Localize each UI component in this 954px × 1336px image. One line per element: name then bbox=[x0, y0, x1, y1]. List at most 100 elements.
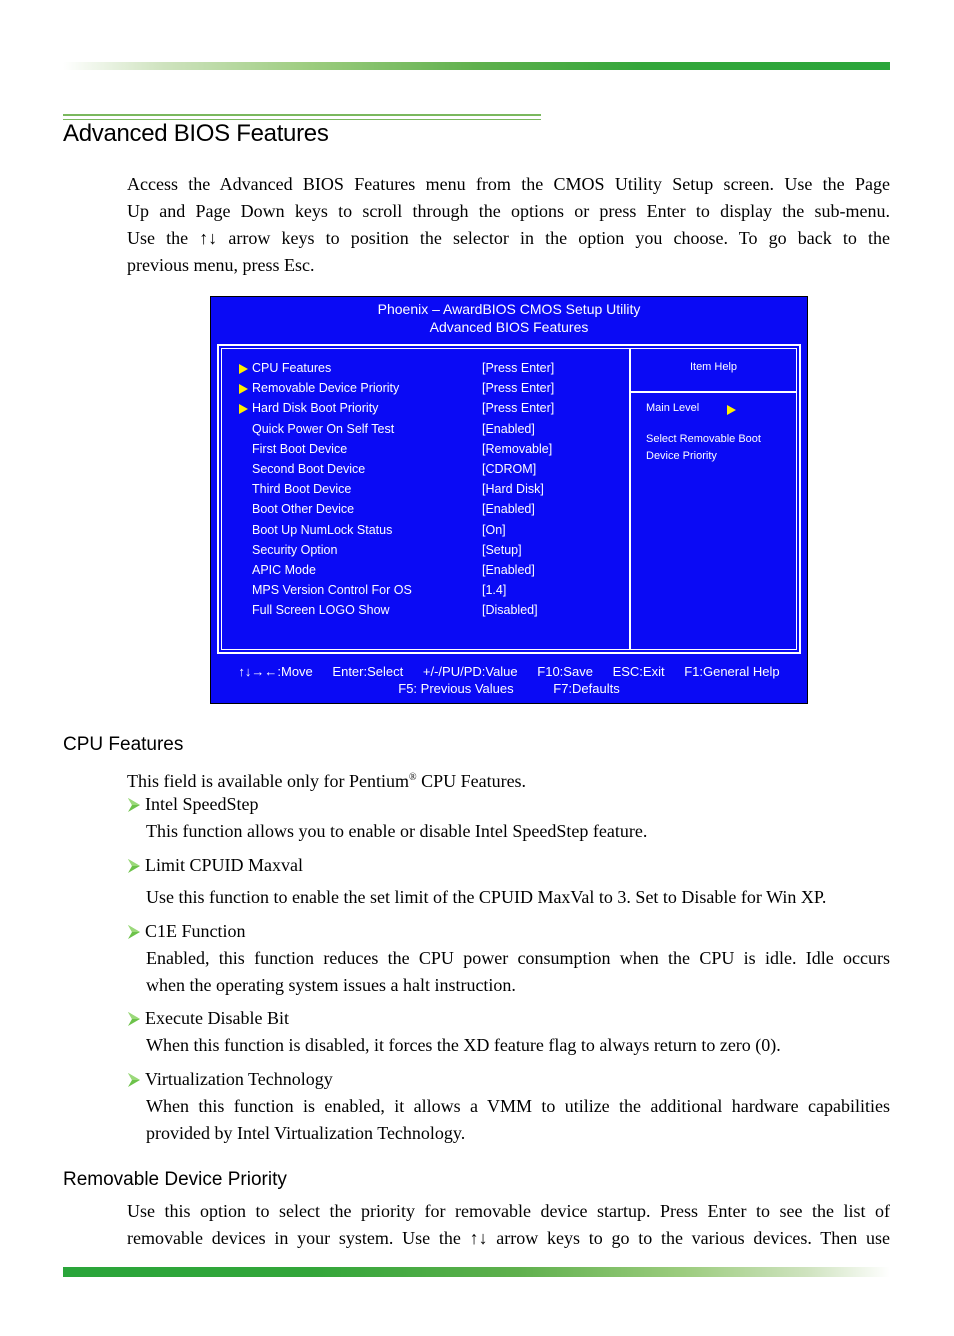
bios-option-value[interactable]: [Enabled] bbox=[482, 419, 535, 439]
feature-description: When this function is enabled, it allows… bbox=[146, 1093, 890, 1147]
submenu-arrow-icon bbox=[239, 384, 248, 395]
feature-bullet: Virtualization Technology bbox=[127, 1066, 333, 1093]
key-legend-line-2: F5: Previous Values F7:Defaults bbox=[211, 680, 807, 697]
bios-option-value[interactable]: [Hard Disk] bbox=[482, 479, 544, 499]
bios-option-label: Removable Device Priority bbox=[252, 381, 400, 396]
intro-line: previous menu, press Esc. bbox=[127, 255, 315, 275]
key-legend-line-1: ↑↓→←:Move Enter:Select +/-/PU/PD:Value F… bbox=[211, 663, 807, 680]
green-arrow-bullet-icon bbox=[128, 1012, 140, 1026]
intro-line: Access the Advanced BIOS Features menu f… bbox=[127, 174, 890, 194]
intro-text-end: CPU Features. bbox=[416, 771, 527, 791]
bios-option-row[interactable]: APIC Mode [Enabled] bbox=[239, 560, 619, 580]
help-desc-line: Select Removable Boot bbox=[646, 433, 761, 445]
bios-frame-inner: CPU Features [Press Enter] Removable Devic… bbox=[221, 348, 797, 650]
bios-option-value[interactable]: [Setup] bbox=[482, 540, 522, 560]
description-line: Enabled, this function reduces the CPU p… bbox=[146, 948, 890, 968]
bios-option-label: MPS Version Control For OS bbox=[252, 583, 412, 598]
paragraph-line: removable devices in your system. Use th… bbox=[127, 1228, 890, 1248]
help-title-divider bbox=[631, 391, 796, 393]
intro-text: This field is available only for Pentium bbox=[127, 771, 409, 791]
green-arrow-bullet-icon bbox=[128, 1073, 140, 1087]
bios-option-row[interactable]: MPS Version Control For OS [1.4] bbox=[239, 580, 619, 600]
feature-bullet: Intel SpeedStep bbox=[127, 791, 258, 818]
registered-mark: ® bbox=[408, 772, 417, 783]
key-previous-values: F5: Previous Values bbox=[398, 681, 514, 696]
description-line: Use this function to enable the set limi… bbox=[146, 887, 827, 907]
bios-option-label: First Boot Device bbox=[252, 441, 348, 456]
intro-line: Use the ↑↓ arrow keys to position the se… bbox=[127, 228, 890, 248]
feature-title: C1E Function bbox=[145, 921, 246, 941]
bios-option-label: Boot Up NumLock Status bbox=[252, 522, 393, 537]
paragraph-line: Use this option to select the priority f… bbox=[127, 1201, 890, 1221]
section-heading-removable-device-priority: Removable Device Priority bbox=[63, 1169, 287, 1190]
bios-option-value[interactable]: [Removable] bbox=[482, 439, 552, 459]
bios-option-row[interactable]: Boot Up NumLock Status [On] bbox=[239, 520, 619, 540]
description-line: When this function is disabled, it force… bbox=[146, 1035, 781, 1055]
bios-option-label: Third Boot Device bbox=[252, 482, 352, 497]
key-value: +/-/PU/PD:Value bbox=[422, 664, 518, 679]
bios-option-row[interactable]: Hard Disk Boot Priority [Press Enter] bbox=[239, 398, 619, 418]
key-help: F1:General Help bbox=[684, 664, 780, 679]
description-line: This function allows you to enable or di… bbox=[146, 821, 648, 841]
help-panel-divider bbox=[629, 349, 631, 649]
feature-description: Use this function to enable the set limi… bbox=[146, 884, 890, 911]
green-arrow-bullet-icon bbox=[128, 925, 140, 939]
bios-option-row[interactable]: Full Screen LOGO Show [Disabled] bbox=[239, 600, 619, 620]
feature-bullet: Limit CPUID Maxval bbox=[127, 852, 303, 879]
help-description: Select Removable Boot Device Priority bbox=[646, 431, 796, 465]
feature-bullet: Execute Disable Bit bbox=[127, 1005, 289, 1032]
bios-option-label: Boot Other Device bbox=[252, 502, 355, 517]
bios-option-label: APIC Mode bbox=[252, 562, 316, 577]
bios-frame: CPU Features [Press Enter] Removable Devic… bbox=[217, 344, 801, 654]
bios-option-row[interactable]: Second Boot Device [CDROM] bbox=[239, 459, 619, 479]
feature-title: Limit CPUID Maxval bbox=[145, 855, 303, 875]
bios-option-value[interactable]: [Disabled] bbox=[482, 600, 538, 620]
bios-option-value[interactable]: [1.4] bbox=[482, 580, 506, 600]
bios-option-value[interactable]: [Enabled] bbox=[482, 560, 535, 580]
intro-paragraph: Access the Advanced BIOS Features menu f… bbox=[127, 171, 890, 279]
feature-title: Execute Disable Bit bbox=[145, 1008, 289, 1028]
feature-bullet: C1E Function bbox=[127, 918, 246, 945]
key-select: Enter:Select bbox=[332, 664, 404, 679]
bios-option-label: Second Boot Device bbox=[252, 461, 366, 476]
bios-option-label: CPU Features bbox=[252, 361, 332, 375]
bios-option-value[interactable]: [CDROM] bbox=[482, 459, 536, 479]
bios-screen: Phoenix – AwardBIOS CMOS Setup Utility A… bbox=[210, 296, 808, 704]
bios-header: Phoenix – AwardBIOS CMOS Setup Utility A… bbox=[211, 300, 807, 336]
bios-option-row[interactable]: Security Option [Setup] bbox=[239, 540, 619, 560]
bios-option-row[interactable]: Quick Power On Self Test [Enabled] bbox=[239, 419, 619, 439]
bios-subtitle: Advanced BIOS Features bbox=[429, 319, 589, 335]
bios-option-label: Hard Disk Boot Priority bbox=[252, 401, 379, 416]
bios-option-value[interactable]: [Enabled] bbox=[482, 499, 535, 519]
section-heading-cpu-features: CPU Features bbox=[63, 734, 184, 755]
help-main-level: Main Level bbox=[646, 402, 700, 414]
submenu-arrow-icon bbox=[239, 404, 248, 415]
green-arrow-bullet-icon bbox=[128, 859, 140, 873]
bios-option-row[interactable]: Third Boot Device [Hard Disk] bbox=[239, 479, 619, 499]
bios-key-legend: ↑↓→←:Move Enter:Select +/-/PU/PD:Value F… bbox=[211, 663, 807, 697]
feature-description: This function allows you to enable or di… bbox=[146, 818, 890, 845]
removable-paragraph: Use this option to select the priority f… bbox=[127, 1198, 890, 1252]
bios-option-value[interactable]: [Press Enter] bbox=[482, 398, 554, 418]
page-title: Advanced BIOS Features bbox=[63, 120, 329, 147]
bios-option-row[interactable]: CPU Features [Press Enter] bbox=[239, 358, 619, 378]
bios-option-label: Full Screen LOGO Show bbox=[252, 603, 390, 618]
bios-option-value[interactable]: [Press Enter] bbox=[482, 378, 554, 398]
bios-option-row[interactable]: Boot Other Device [Enabled] bbox=[239, 499, 619, 519]
key-save: F10:Save bbox=[537, 664, 593, 679]
description-line: When this function is enabled, it allows… bbox=[146, 1096, 890, 1116]
bios-option-label: Security Option bbox=[252, 542, 338, 557]
footer-gradient-bar bbox=[63, 1267, 890, 1277]
bios-title: Phoenix – AwardBIOS CMOS Setup Utility bbox=[377, 301, 641, 317]
feature-description: Enabled, this function reduces the CPU p… bbox=[146, 945, 890, 999]
green-arrow-bullet-icon bbox=[128, 798, 140, 812]
bios-option-row[interactable]: Removable Device Priority [Press Enter] bbox=[239, 378, 619, 398]
bios-option-row[interactable]: First Boot Device [Removable] bbox=[239, 439, 619, 459]
key-exit: ESC:Exit bbox=[612, 664, 665, 679]
bios-option-value[interactable]: [On] bbox=[482, 520, 506, 540]
description-line: provided by Intel Virtualization Technol… bbox=[146, 1123, 466, 1143]
key-move: ↑↓→←:Move bbox=[238, 664, 313, 679]
bios-option-label: Quick Power On Self Test bbox=[252, 421, 395, 436]
description-line: when the operating system issues a halt … bbox=[146, 975, 516, 995]
bios-option-value[interactable]: [Press Enter] bbox=[482, 358, 554, 378]
